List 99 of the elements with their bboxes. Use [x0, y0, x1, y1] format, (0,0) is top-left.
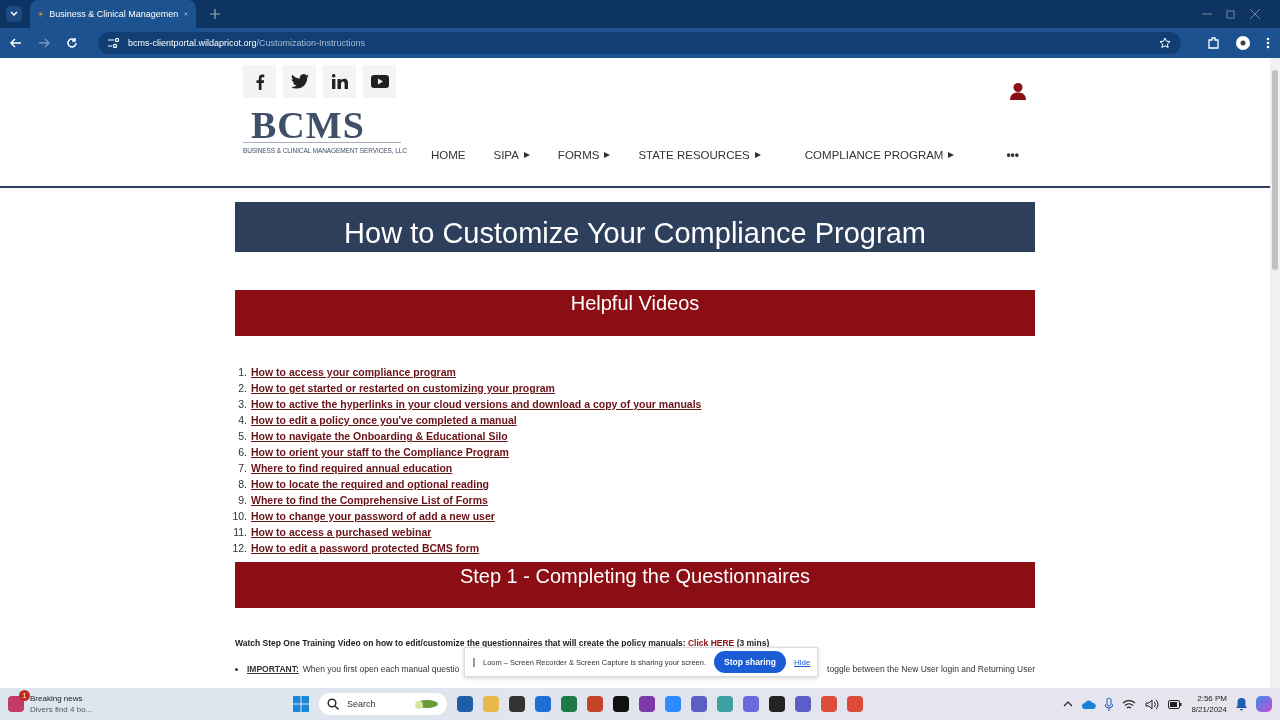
tab-list-button[interactable]	[6, 6, 22, 22]
search-icon	[327, 698, 339, 710]
duration-text: (3 mins)	[736, 638, 770, 648]
close-window-icon[interactable]	[1250, 9, 1260, 19]
close-icon[interactable]	[184, 9, 188, 19]
list-number: 1.	[237, 366, 248, 378]
video-link[interactable]: How to edit a policy once you've completed a manual	[251, 414, 517, 426]
facebook-icon[interactable]	[243, 65, 276, 98]
video-link[interactable]: How to active the hyperlinks in your cloud versions and download a copy of your manuals	[251, 398, 702, 410]
speaker-icon[interactable]	[1145, 698, 1160, 710]
caret-icon	[9, 9, 19, 19]
stop-sharing-button[interactable]: Stop sharing	[714, 651, 786, 673]
browser-tab[interactable]: Business & Clinical Managemen	[30, 0, 196, 28]
app-tile-icon[interactable]	[795, 696, 811, 712]
bullet-text: toggle between the New User login and Returning User	[827, 664, 1035, 674]
hide-link[interactable]: Hide	[794, 657, 811, 667]
linkedin-icon[interactable]	[323, 65, 356, 98]
cloud-icon[interactable]	[1082, 699, 1097, 709]
list-number: 5.	[237, 430, 248, 442]
video-link[interactable]: How to get started or restarted on customizing your program	[251, 382, 555, 394]
taskbar-search[interactable]: Search	[319, 693, 447, 715]
app-tile-icon[interactable]	[743, 696, 759, 712]
scrollbar[interactable]	[1270, 58, 1280, 688]
list-number: 2.	[237, 382, 248, 394]
bullet-text: When you first open each manual questio	[302, 664, 460, 674]
list-number: 7.	[237, 462, 248, 474]
video-link[interactable]: Where to find the Comprehensive List of Forms	[251, 494, 488, 506]
video-link[interactable]: How to change your password of add a new user	[251, 510, 495, 522]
menu-icon[interactable]	[1266, 37, 1270, 49]
video-link[interactable]: How to access your compliance program	[251, 366, 456, 378]
app-tile-icon[interactable]	[535, 696, 551, 712]
list-number: 4.	[237, 414, 248, 426]
site-settings-icon	[108, 38, 120, 48]
bullet-dot	[235, 667, 238, 671]
list-number: 8.	[237, 478, 248, 490]
clock-time[interactable]: 2:56 PM	[1197, 693, 1227, 704]
nav-link[interactable]: FORMS	[557, 149, 611, 161]
section-heading: Helpful Videos	[235, 290, 1035, 336]
app-tile-icon[interactable]	[483, 696, 499, 712]
restore-icon[interactable]	[1226, 9, 1236, 19]
app-tile-icon[interactable]	[613, 696, 629, 712]
back-icon[interactable]	[10, 37, 22, 49]
address-bar[interactable]: bcms-clientportal.wildapricot.org/Customization-Instructions	[98, 32, 1181, 54]
microphone-icon[interactable]	[1105, 697, 1114, 711]
list-number: 12.	[231, 542, 248, 554]
cucumber-icon	[413, 698, 439, 710]
nav-link[interactable]: STATE RESOURCES	[638, 149, 761, 161]
important-label: IMPORTANT:	[247, 664, 299, 674]
app-tile-icon[interactable]	[769, 696, 785, 712]
nav-link[interactable]: SIPA	[493, 149, 530, 161]
drag-handle-icon[interactable]	[473, 657, 475, 667]
wifi-icon[interactable]	[1122, 698, 1137, 710]
news-headline: Divers find 4 bo...	[30, 704, 93, 715]
start-icon[interactable]	[293, 696, 309, 712]
app-tile-icon[interactable]	[639, 696, 655, 712]
app-tile-icon[interactable]	[847, 696, 863, 712]
news-icon[interactable]	[8, 696, 24, 712]
new-tab-icon[interactable]	[210, 9, 220, 19]
video-link[interactable]: Where to find required annual education	[251, 462, 453, 474]
extensions-icon[interactable]	[1207, 36, 1220, 50]
twitter-icon[interactable]	[283, 65, 316, 98]
list-number: 9.	[237, 494, 248, 506]
list-number: 10.	[231, 510, 248, 522]
list-number: 11.	[232, 526, 248, 538]
list-number: 3.	[237, 398, 248, 410]
star-icon[interactable]	[1159, 37, 1171, 49]
click-here-link[interactable]: Click HERE	[687, 638, 735, 648]
intro-text: Watch Step One Training Video on how to edit/customize the questionnaires that will create the policy manuals:	[235, 638, 686, 648]
nav-link[interactable]: HOME	[431, 149, 466, 161]
video-link[interactable]: How to navigate the Onboarding & Educational Silo	[251, 430, 508, 442]
app-tile-icon[interactable]	[717, 696, 733, 712]
chevron-up-icon[interactable]	[1063, 701, 1074, 707]
app-tile-icon[interactable]	[587, 696, 603, 712]
nav-link[interactable]: COMPLIANCE PROGRAM	[804, 149, 955, 161]
profile-icon[interactable]	[1236, 36, 1250, 50]
video-link[interactable]: How to locate the required and optional reading	[251, 478, 490, 490]
app-tile-icon[interactable]	[561, 696, 577, 712]
clock-date[interactable]: 8/21/2024	[1191, 704, 1227, 715]
news-title: Breaking news	[30, 693, 84, 704]
more-menu[interactable]: •••	[1006, 148, 1019, 162]
video-link[interactable]: How to access a purchased webinar	[251, 526, 432, 538]
youtube-icon[interactable]	[363, 65, 396, 98]
battery-icon[interactable]	[1168, 699, 1183, 709]
app-tile-icon[interactable]	[665, 696, 681, 712]
app-tile-icon[interactable]	[821, 696, 837, 712]
tab-title: Business & Clinical Managemen	[49, 9, 179, 19]
reload-icon[interactable]	[66, 37, 78, 49]
app-tile-icon[interactable]	[457, 696, 473, 712]
app-tile-icon[interactable]	[691, 696, 707, 712]
logo[interactable]: BCMS	[243, 108, 401, 143]
video-link[interactable]: How to edit a password protected BCMS form	[251, 542, 480, 554]
app-tile-icon[interactable]	[509, 696, 525, 712]
bell-icon[interactable]	[1236, 697, 1247, 711]
page-title: How to Customize Your Compliance Program	[235, 202, 1035, 252]
forward-icon[interactable]	[38, 37, 50, 49]
list-number: 6.	[237, 446, 248, 458]
user-icon[interactable]	[1010, 83, 1026, 100]
video-link[interactable]: How to orient your staff to the Compliance Program	[251, 446, 509, 458]
section-heading: Step 1 - Completing the Questionnaires	[235, 562, 1035, 608]
